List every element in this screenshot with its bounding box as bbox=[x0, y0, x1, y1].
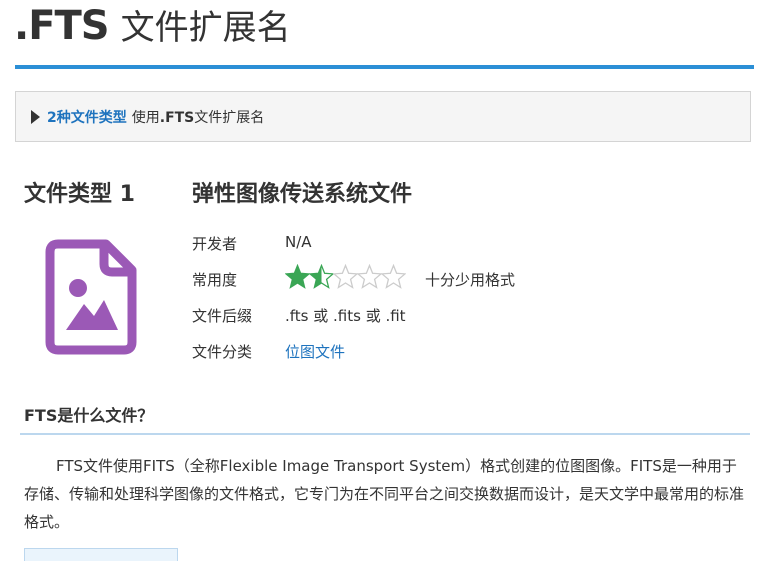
extensions-row: 文件后缀 .fts 或 .fits 或 .fit bbox=[192, 305, 406, 326]
rating-star-icon bbox=[381, 264, 406, 289]
rating-star-icon bbox=[333, 264, 358, 289]
popularity-stars bbox=[285, 264, 406, 290]
extensions-value: .fts 或 .fits 或 .fit bbox=[285, 307, 406, 325]
page-title: .FTS 文件扩展名 bbox=[14, 0, 291, 52]
file-type-name: 弹性图像传送系统文件 bbox=[192, 182, 413, 207]
developer-value: N/A bbox=[285, 233, 312, 251]
file-types-link[interactable]: 2种文件类型 bbox=[47, 107, 127, 127]
file-types-description: 使用.FTS文件扩展名 bbox=[131, 109, 265, 126]
popularity-label: 常用度 bbox=[192, 271, 238, 289]
extensions-label: 文件后缀 bbox=[192, 307, 253, 325]
popularity-text: 十分少用格式 bbox=[425, 271, 516, 289]
category-link[interactable]: 位图文件 bbox=[285, 341, 345, 362]
developer-row: 开发者 N/A bbox=[192, 233, 312, 254]
caret-right-icon bbox=[31, 109, 40, 124]
category-label: 文件分类 bbox=[192, 343, 253, 361]
bottom-tab[interactable] bbox=[24, 548, 178, 561]
popularity-row: 常用度 十分少用格式 bbox=[192, 264, 515, 290]
page-title-extension: .FTS bbox=[14, 3, 110, 49]
rating-star-icon bbox=[357, 264, 382, 289]
image-file-icon bbox=[45, 239, 137, 355]
file-type-label: 文件类型 1 bbox=[24, 182, 135, 207]
section-divider bbox=[20, 433, 750, 435]
developer-label: 开发者 bbox=[192, 235, 238, 253]
file-types-toggle[interactable]: 2种文件类型 使用.FTS文件扩展名 bbox=[15, 91, 751, 142]
category-row: 文件分类 位图文件 bbox=[192, 341, 345, 362]
rating-star-icon bbox=[285, 264, 310, 289]
page-title-text: 文件扩展名 bbox=[120, 8, 291, 48]
rating-star-icon bbox=[309, 264, 334, 289]
title-divider bbox=[15, 65, 754, 69]
section-paragraph: FTS文件使用FITS（全称Flexible Image Transport S… bbox=[24, 457, 745, 531]
section-title: FTS是什么文件？ bbox=[24, 406, 154, 425]
